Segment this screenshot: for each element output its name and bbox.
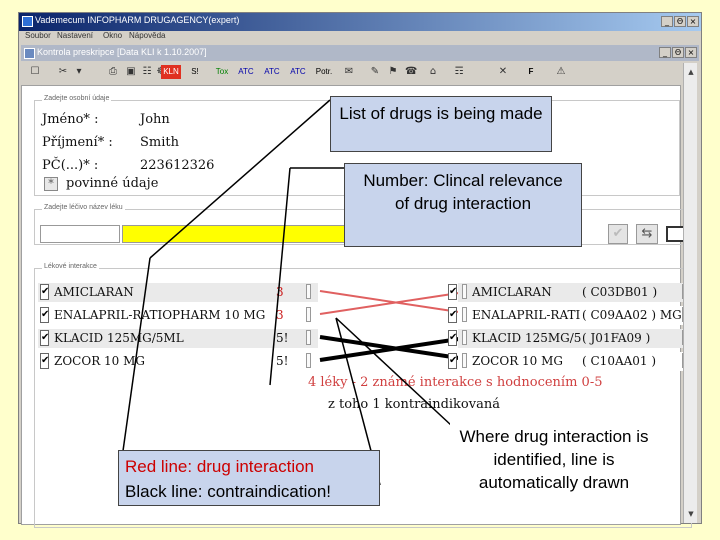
callout-list-made: List of drugs is being made xyxy=(330,96,552,152)
black-line-note: Black line: contraindication! xyxy=(125,481,332,501)
callout-number: Number: Clincal relevance of drug intera… xyxy=(344,163,582,247)
pointer-line xyxy=(121,257,151,459)
pointer-line xyxy=(149,99,331,259)
pointer-line xyxy=(269,167,291,386)
red-line-note: Red line: drug interaction xyxy=(125,457,315,476)
callout-legend: Red line: drug interaction Black line: c… xyxy=(118,450,380,506)
callout-where: Where drug interaction is identified, li… xyxy=(450,420,658,506)
pointer-line xyxy=(335,317,453,427)
